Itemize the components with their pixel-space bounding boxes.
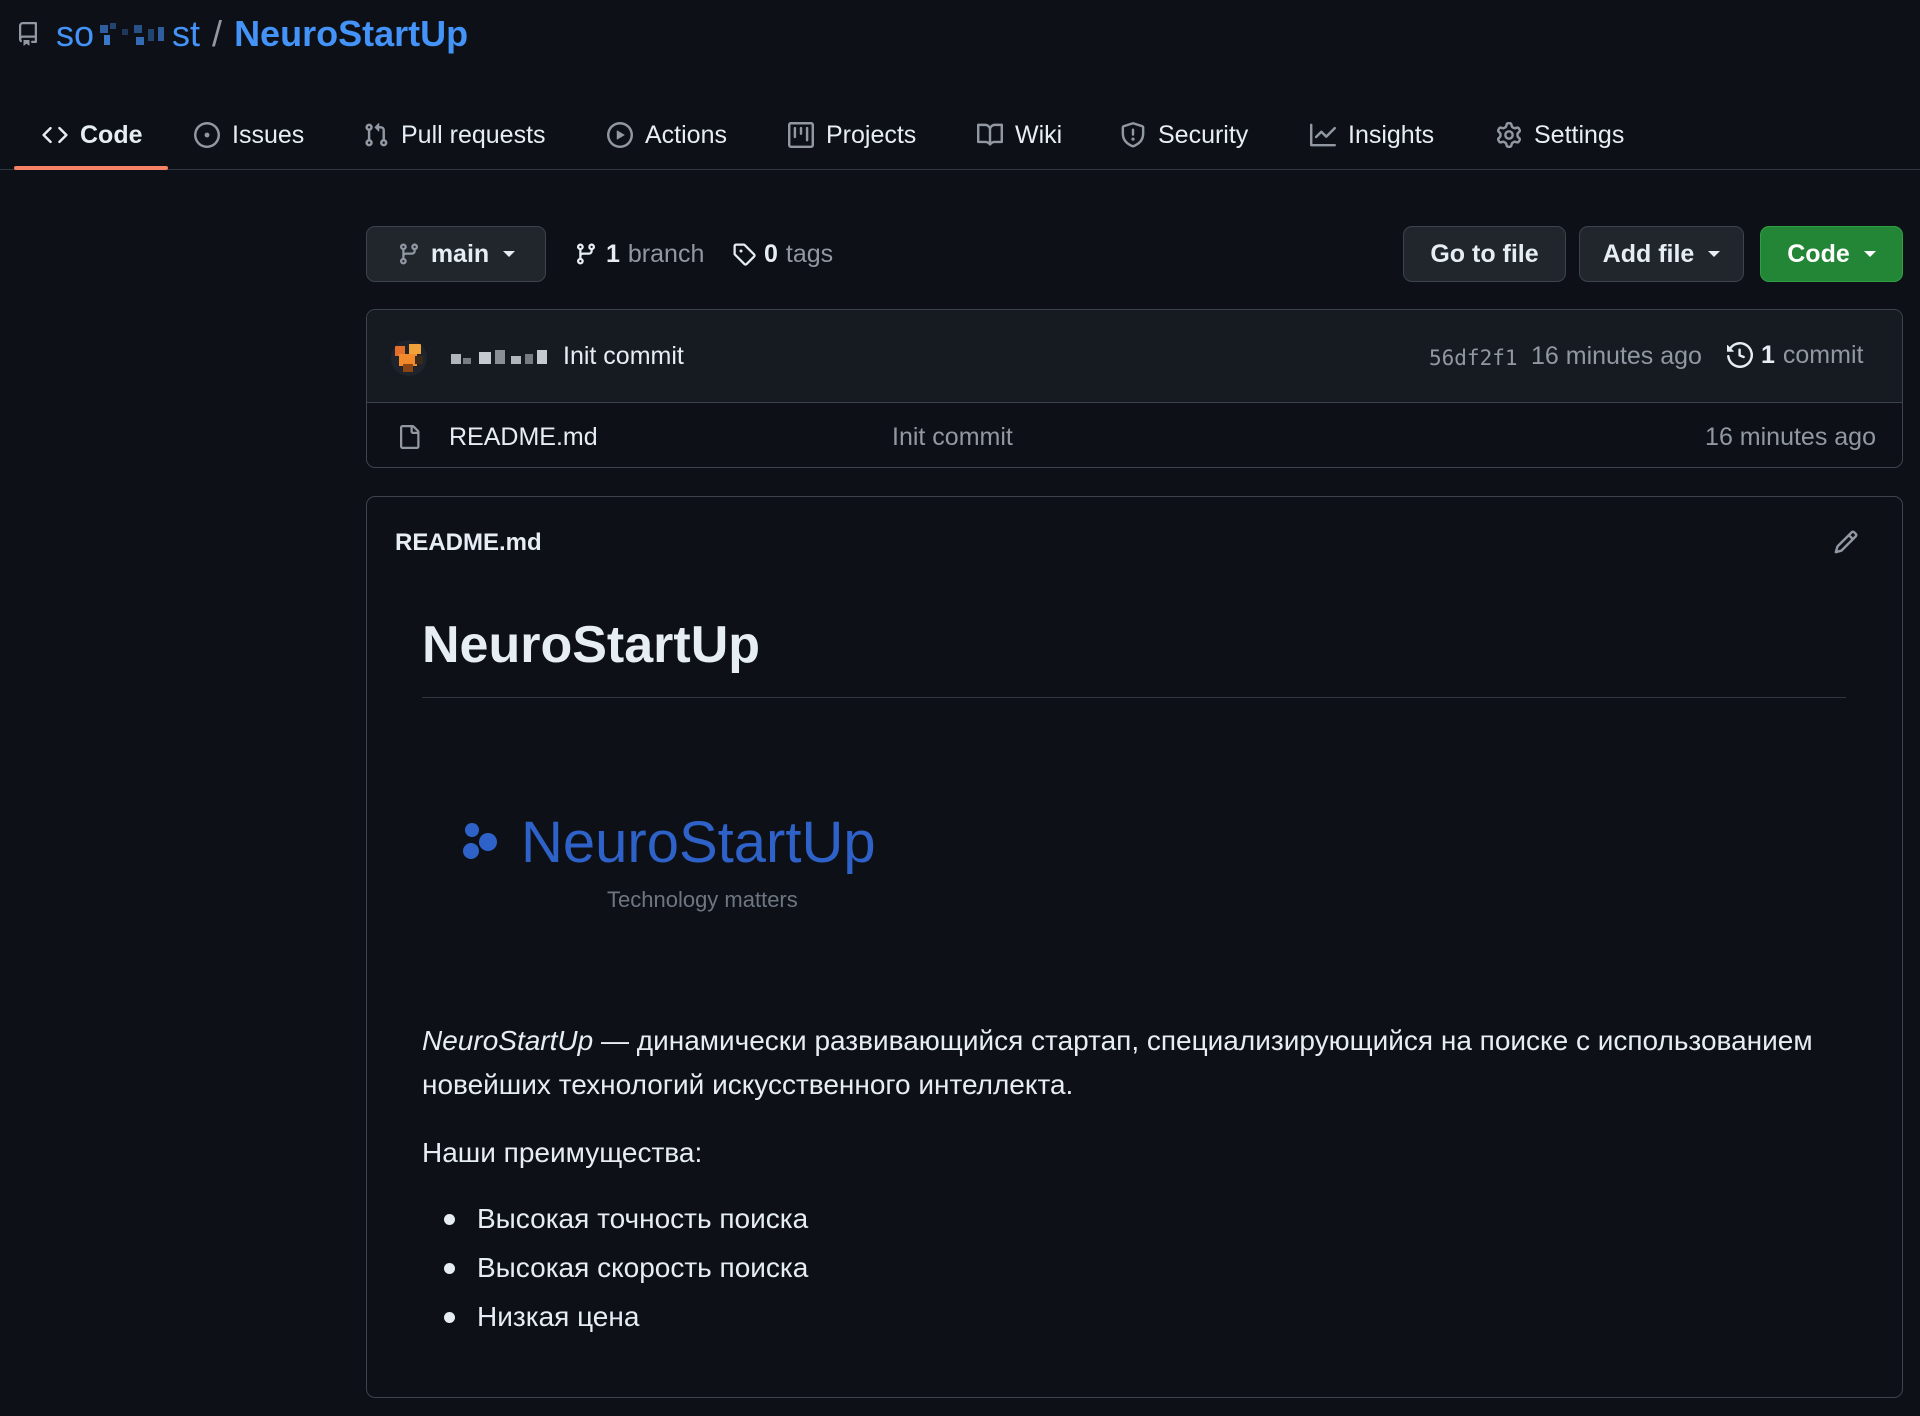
commit-word: commit	[1782, 340, 1864, 369]
repo-header: so st / NeuroStartUp	[16, 12, 468, 56]
git-pull-request-icon	[363, 122, 389, 148]
list-item: Высокая точность поиска	[422, 1197, 808, 1246]
chevron-down-icon	[503, 251, 516, 257]
tab-issues[interactable]: Issues	[194, 100, 304, 170]
tag-word: tags	[785, 239, 834, 268]
tab-label: Projects	[826, 120, 917, 149]
tab-security[interactable]: Security	[1120, 100, 1248, 170]
tab-label: Code	[80, 120, 143, 149]
tab-wiki[interactable]: Wiki	[977, 100, 1062, 170]
tab-pull-requests[interactable]: Pull requests	[363, 100, 546, 170]
tag-count: 0	[764, 239, 778, 268]
branch-word: branch	[627, 239, 705, 268]
readme-filename[interactable]: README.md	[395, 529, 542, 557]
commit-count: 1	[1761, 340, 1775, 369]
git-branch-icon	[397, 242, 421, 266]
branch-count: 1	[606, 239, 620, 268]
file-name-link[interactable]: README.md	[449, 423, 598, 452]
graph-icon	[1310, 122, 1336, 148]
tab-insights[interactable]: Insights	[1310, 100, 1434, 170]
file-commit-message-link[interactable]: Init commit	[892, 423, 1013, 452]
advantages-label: Наши преимущества:	[422, 1137, 703, 1168]
branch-name: main	[430, 239, 490, 268]
list-item: Высокая скорость поиска	[422, 1246, 808, 1295]
tab-label: Security	[1158, 120, 1249, 149]
tab-label: Actions	[645, 120, 727, 149]
repo-name-link[interactable]: NeuroStartUp	[234, 13, 468, 55]
blurred-owner-name	[96, 19, 170, 49]
repo-nav-tabs: Code Issues Pull requests Actions Projec…	[0, 100, 1920, 170]
tab-label: Wiki	[1015, 120, 1063, 149]
neurostartup-logo: NeuroStartUp Technology matters	[463, 807, 923, 917]
shield-icon	[1120, 122, 1146, 148]
tab-label: Pull requests	[401, 120, 546, 149]
add-file-label: Add file	[1602, 239, 1695, 268]
file-icon	[397, 423, 421, 451]
list-item: Низкая цена	[422, 1295, 808, 1344]
tags-link[interactable]: 0 tags	[732, 238, 833, 270]
tab-code[interactable]: Code	[42, 100, 143, 170]
intro-emphasis: NeuroStartUp	[422, 1025, 594, 1056]
avatar[interactable]	[391, 340, 427, 376]
tab-label: Insights	[1348, 120, 1435, 149]
repo-icon	[16, 20, 40, 48]
add-file-button[interactable]: Add file	[1579, 226, 1744, 282]
issue-opened-icon	[194, 122, 220, 148]
logo-tagline: Technology matters	[607, 887, 798, 912]
readme-heading: NeuroStartUp	[422, 615, 1846, 698]
branches-link[interactable]: 1 branch	[574, 238, 704, 270]
history-icon	[1727, 342, 1753, 368]
file-commit-time: 16 minutes ago	[1705, 423, 1876, 451]
readme-panel: README.md NeuroStartUp NeuroStartUp Tech…	[366, 496, 1903, 1398]
branch-select-button[interactable]: main	[366, 226, 546, 282]
commit-message-link[interactable]: Init commit	[563, 342, 684, 371]
commit-sha-link[interactable]: 56df2f1	[1429, 346, 1518, 370]
logo-wordmark: NeuroStartUp	[521, 810, 876, 875]
repo-path-separator: /	[212, 13, 223, 54]
intro-text: — динамически развивающийся стартап, спе…	[422, 1025, 1813, 1100]
play-icon	[607, 122, 633, 148]
file-browser: Init commit 56df2f1 16 minutes ago 1 com…	[366, 309, 1903, 468]
tab-label: Issues	[232, 120, 305, 149]
go-to-file-button[interactable]: Go to file	[1403, 226, 1566, 282]
book-icon	[977, 122, 1003, 148]
tab-actions[interactable]: Actions	[607, 100, 727, 170]
pencil-icon[interactable]	[1833, 529, 1859, 555]
latest-commit-bar: Init commit 56df2f1 16 minutes ago 1 com…	[367, 310, 1902, 403]
tab-label: Settings	[1534, 120, 1625, 149]
tab-settings[interactable]: Settings	[1496, 100, 1624, 170]
code-icon	[42, 122, 68, 148]
commit-time: 16 minutes ago	[1531, 342, 1702, 370]
table-icon	[788, 122, 814, 148]
code-button-label: Code	[1787, 239, 1850, 268]
repo-owner-link[interactable]: so st	[56, 13, 200, 55]
commit-history-link[interactable]: 1 commit	[1727, 338, 1863, 372]
chevron-down-icon	[1708, 251, 1721, 257]
active-tab-indicator	[14, 166, 168, 170]
gear-icon	[1496, 122, 1522, 148]
git-branch-icon	[574, 242, 598, 266]
code-dropdown-button[interactable]: Code	[1760, 226, 1903, 282]
chevron-down-icon	[1863, 251, 1876, 257]
tab-projects[interactable]: Projects	[788, 100, 916, 170]
tag-icon	[732, 242, 756, 266]
advantages-list: Высокая точность поиска Высокая скорость…	[422, 1197, 808, 1344]
blurred-author-name[interactable]	[451, 346, 555, 368]
readme-intro: NeuroStartUp — динамически развивающийся…	[422, 1019, 1822, 1107]
file-row: README.md Init commit 16 minutes ago	[367, 403, 1902, 467]
